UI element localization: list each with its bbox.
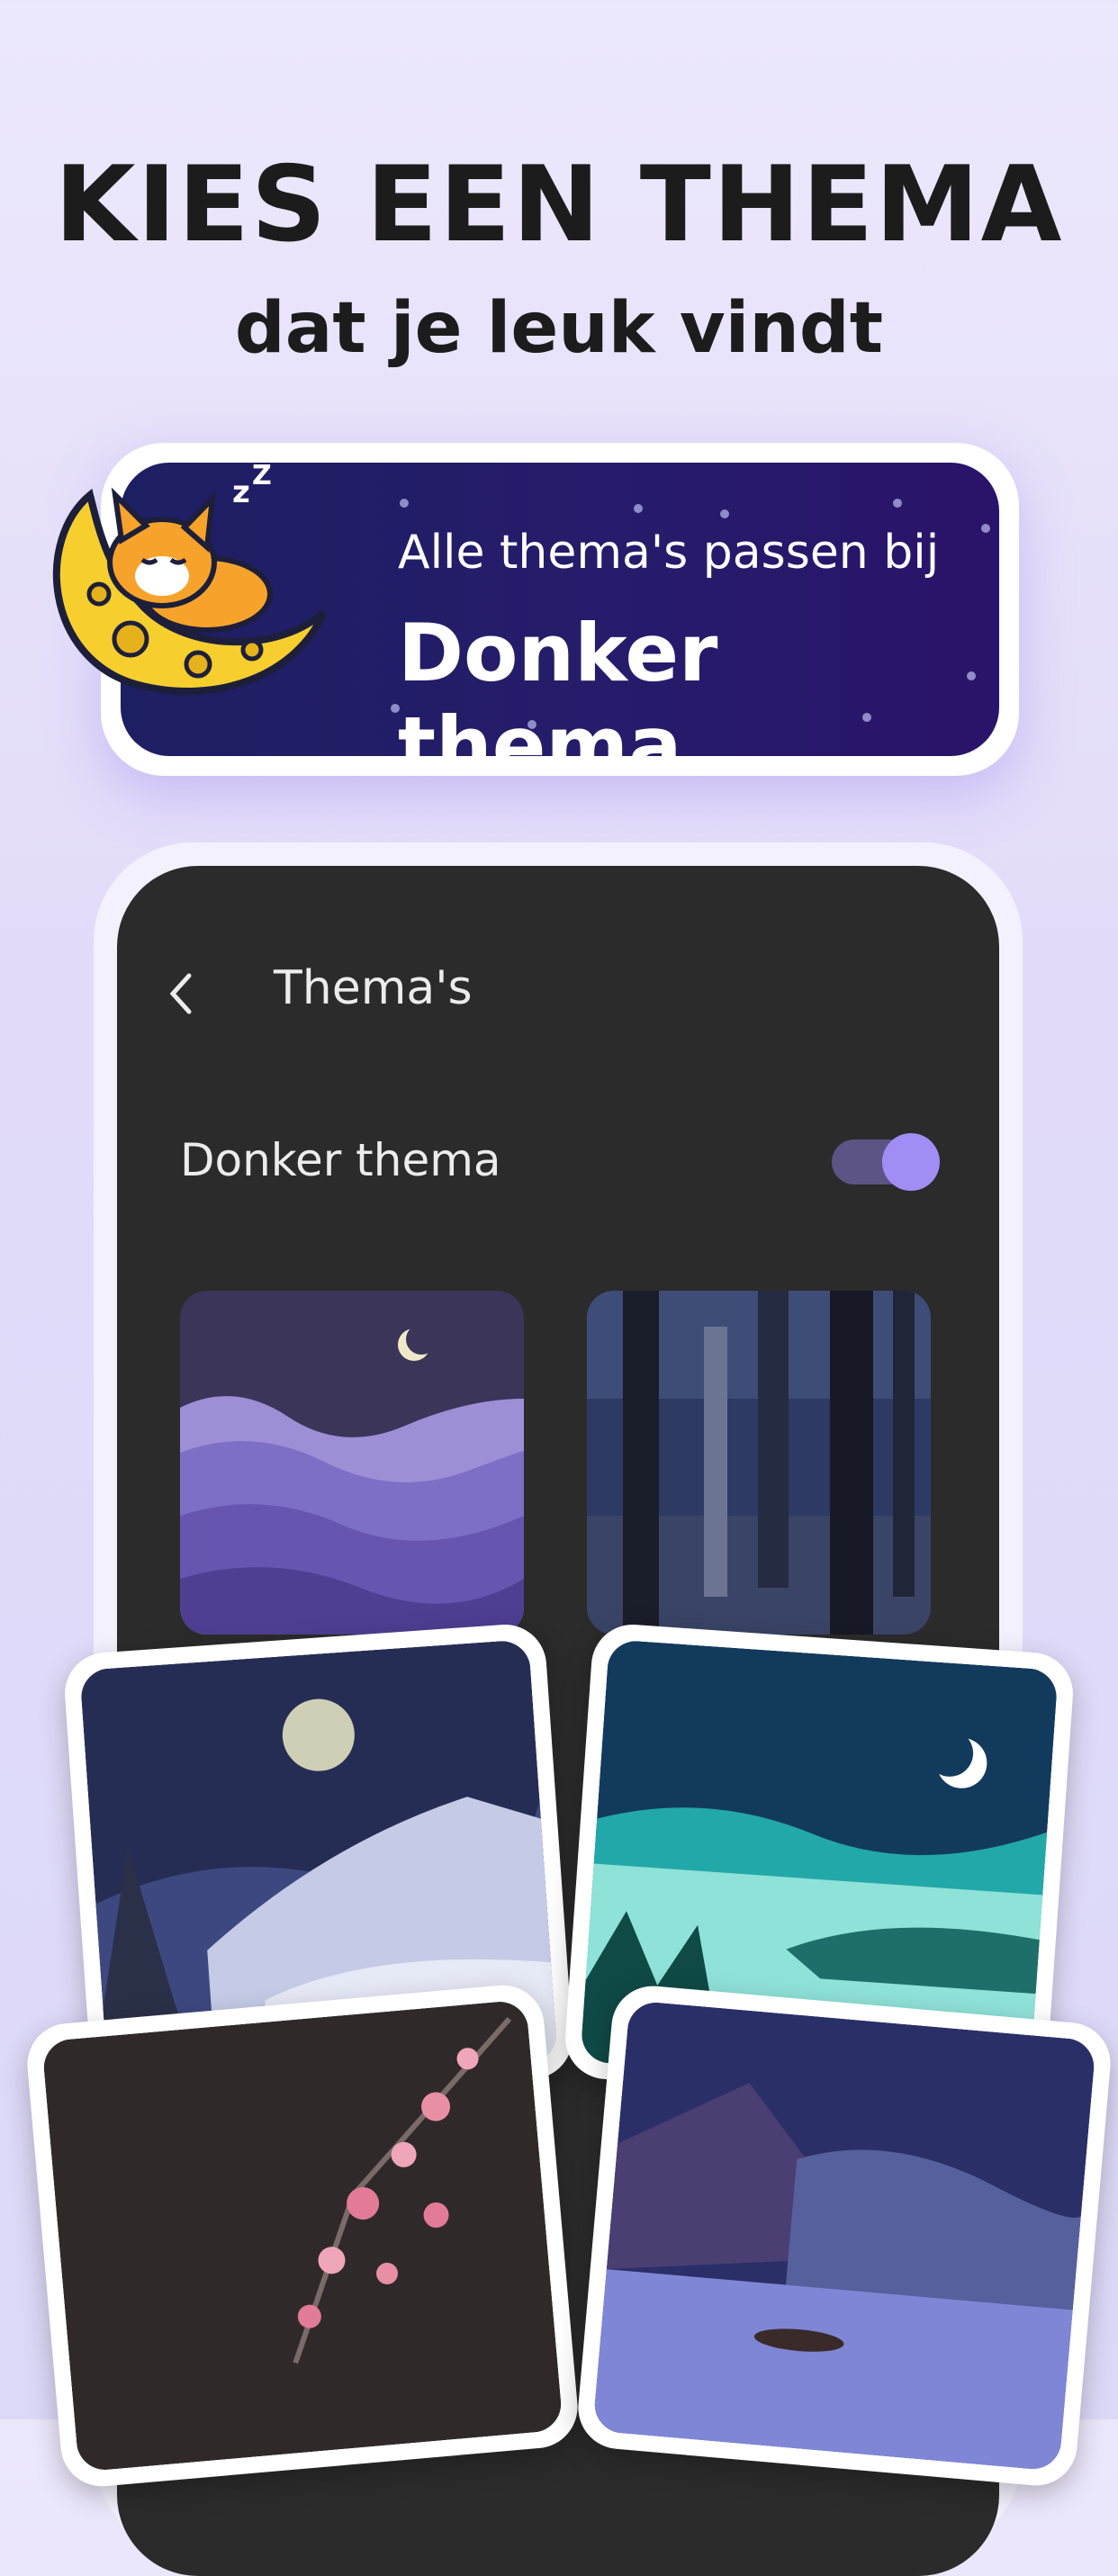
- sleeping-dog-moon-icon: z Z: [52, 460, 328, 696]
- theme-card-night-lake-boat[interactable]: [574, 1982, 1114, 2490]
- theme-card-cherry-blossom[interactable]: [23, 1981, 582, 2490]
- hero-subtitle: dat je leuk vindt: [234, 288, 884, 369]
- banner-caption: Alle thema's passen bij: [398, 526, 940, 580]
- toggle-knob: [882, 1133, 940, 1191]
- banner-title: Donker thema: [398, 607, 718, 756]
- dark-mode-toggle[interactable]: [832, 1133, 940, 1191]
- svg-text:Z: Z: [252, 460, 272, 491]
- back-arrow-icon[interactable]: [167, 972, 194, 1015]
- dark-mode-label: Donker thema: [180, 1134, 501, 1186]
- screen-title: Thema's: [274, 961, 473, 1015]
- hero-title: KIES EEN THEMA: [54, 144, 1064, 266]
- theme-thumb-purple-mountains[interactable]: [180, 1291, 524, 1635]
- svg-text:z: z: [232, 474, 250, 510]
- theme-thumb-dark-forest[interactable]: [587, 1291, 931, 1635]
